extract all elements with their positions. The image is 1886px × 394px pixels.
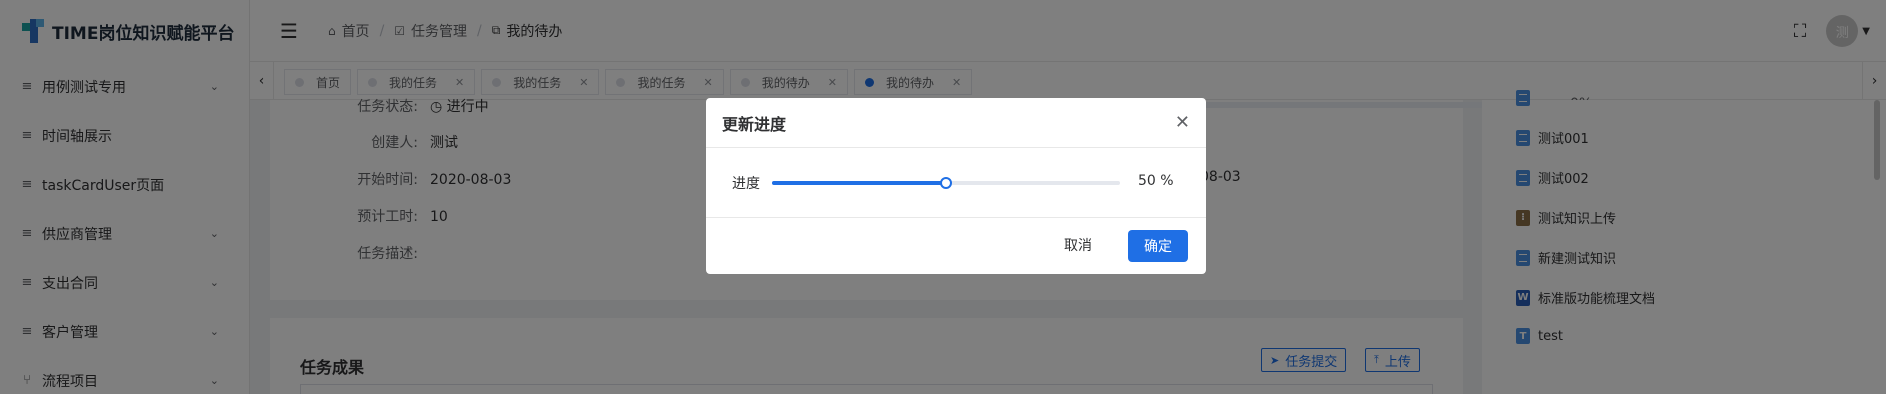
- dialog-footer: 取消 确定: [706, 218, 1206, 274]
- slider-handle[interactable]: [940, 177, 952, 189]
- confirm-button[interactable]: 确定: [1128, 230, 1188, 262]
- dialog-header: 更新进度 ✕: [706, 98, 1206, 148]
- progress-value: 50 %: [1138, 173, 1174, 189]
- progress-label: 进度: [732, 176, 760, 192]
- dialog-body: 进度 50 %: [706, 148, 1206, 218]
- update-progress-dialog: 更新进度 ✕ 进度 50 % 取消 确定: [706, 98, 1206, 274]
- cancel-button[interactable]: 取消: [1064, 235, 1092, 255]
- dialog-title: 更新进度: [722, 114, 787, 134]
- close-icon[interactable]: ✕: [1175, 112, 1190, 133]
- slider-fill: [772, 181, 946, 185]
- progress-slider[interactable]: [772, 177, 1120, 189]
